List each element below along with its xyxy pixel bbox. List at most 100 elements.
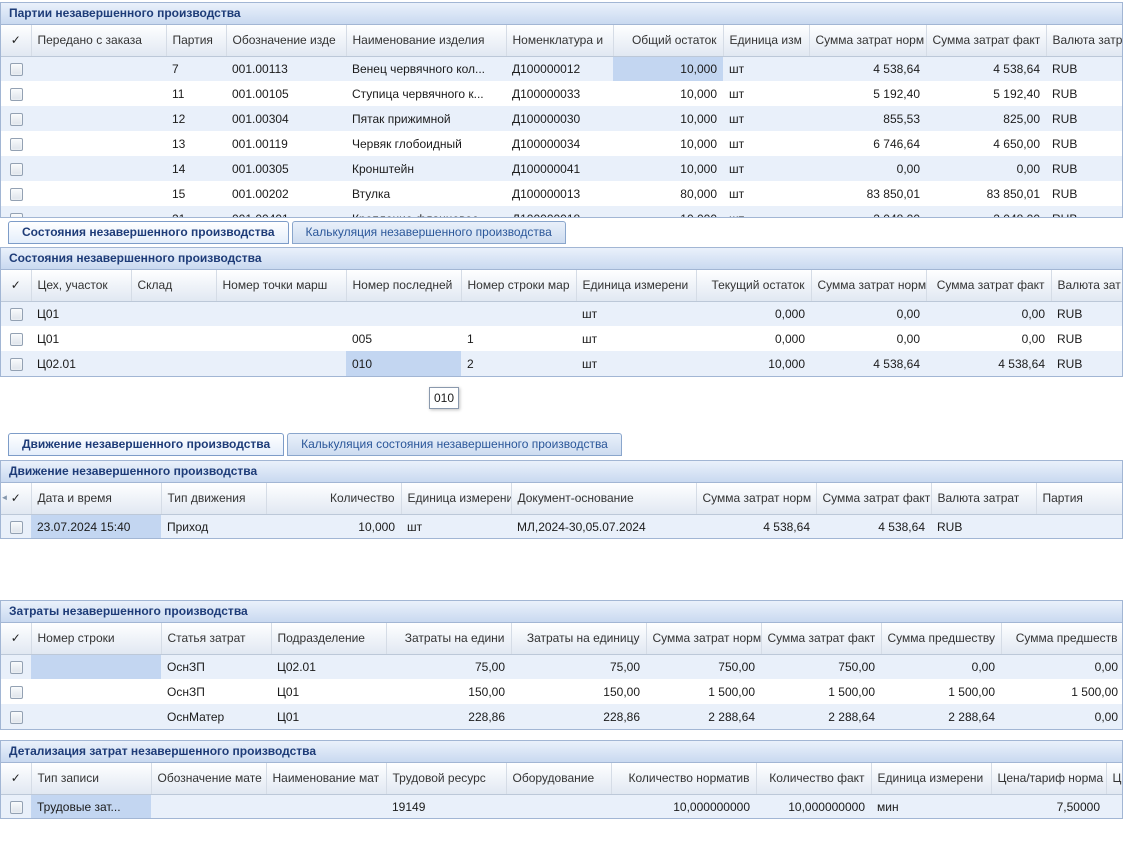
grid-cell[interactable]: [1106, 794, 1123, 819]
column-header[interactable]: Количество факт: [756, 763, 871, 794]
grid-cell[interactable]: 001.00304: [226, 106, 346, 131]
grid-cell[interactable]: Д100000034: [506, 131, 613, 156]
grid-cell[interactable]: Д100000033: [506, 81, 613, 106]
grid-cell[interactable]: 23.07.2024 15:40: [31, 514, 161, 539]
grid-cell[interactable]: 150,00: [386, 679, 511, 704]
table-row[interactable]: Ц01шт0,0000,000,00RUB: [1, 301, 1123, 326]
grid-cell[interactable]: шт: [576, 351, 696, 376]
grid-cell[interactable]: 1: [461, 326, 576, 351]
grid-cell[interactable]: Приход: [161, 514, 266, 539]
column-header[interactable]: Наименование мат: [266, 763, 386, 794]
column-header[interactable]: Трудовой ресурс: [386, 763, 506, 794]
grid-cell[interactable]: [151, 794, 266, 819]
grid-cell[interactable]: 2: [461, 351, 576, 376]
grid-cell[interactable]: Кронштейн: [346, 156, 506, 181]
grid-cell[interactable]: Д100000012: [506, 56, 613, 81]
grid-cell[interactable]: шт: [576, 301, 696, 326]
row-checkbox[interactable]: [10, 686, 23, 699]
grid-cell[interactable]: 4 538,64: [926, 56, 1046, 81]
grid-cell[interactable]: 001.00119: [226, 131, 346, 156]
column-header[interactable]: Тип записи: [31, 763, 151, 794]
grid-cell[interactable]: 228,86: [386, 704, 511, 729]
grid-cell[interactable]: 1 500,00: [646, 679, 761, 704]
column-header[interactable]: Затраты на едини: [386, 623, 511, 654]
grid-cell[interactable]: [31, 131, 166, 156]
tab-wip-movement[interactable]: Движение незавершенного производства: [8, 433, 284, 456]
grid-cell[interactable]: 75,00: [386, 654, 511, 679]
column-header[interactable]: Затраты на единицу: [511, 623, 646, 654]
grid-cell[interactable]: 0,00: [881, 654, 1001, 679]
grid-cell[interactable]: мин: [871, 794, 991, 819]
grid-cell[interactable]: 2 288,64: [646, 704, 761, 729]
grid-cell[interactable]: [31, 654, 161, 679]
grid-cell[interactable]: 4 538,64: [811, 351, 926, 376]
row-checkbox[interactable]: [10, 138, 23, 151]
grid-cell[interactable]: 001.00202: [226, 181, 346, 206]
grid-cell[interactable]: RUB: [1046, 106, 1123, 131]
grid-cell[interactable]: [31, 181, 166, 206]
grid-cell[interactable]: 7: [166, 56, 226, 81]
grid-cell[interactable]: 5 192,40: [809, 81, 926, 106]
grid-cell[interactable]: 010: [346, 351, 461, 376]
column-header[interactable]: Единица измерени: [871, 763, 991, 794]
grid-cell[interactable]: 4 538,64: [696, 514, 816, 539]
grid-cell[interactable]: [216, 351, 346, 376]
select-all-header[interactable]: ✓: [1, 763, 31, 794]
grid-cell[interactable]: 750,00: [761, 654, 881, 679]
grid-cell[interactable]: RUB: [931, 514, 1036, 539]
column-header[interactable]: Наименование изделия: [346, 25, 506, 56]
tab-wip-states[interactable]: Состояния незавершенного производства: [8, 221, 289, 244]
column-header[interactable]: Сумма предшеств: [1001, 623, 1123, 654]
row-checkbox[interactable]: [10, 801, 23, 814]
column-header[interactable]: Номер строки мар: [461, 270, 576, 301]
column-header[interactable]: Количество: [266, 483, 401, 514]
table-row[interactable]: ОснЗПЦ02.0175,0075,00750,00750,000,000,0…: [1, 654, 1123, 679]
grid-cell[interactable]: Д100000018: [506, 206, 613, 218]
column-header[interactable]: Общий остаток: [613, 25, 723, 56]
column-header[interactable]: Сумма предшеству: [881, 623, 1001, 654]
grid-cell[interactable]: [31, 156, 166, 181]
grid-cell[interactable]: 1 500,00: [1001, 679, 1123, 704]
grid-cell[interactable]: 10,000: [696, 351, 811, 376]
grid-cell[interactable]: [31, 679, 161, 704]
column-header[interactable]: Единица изм: [723, 25, 809, 56]
grid-cell[interactable]: 83 850,01: [809, 181, 926, 206]
grid-cell[interactable]: 75,00: [511, 654, 646, 679]
grid-cell[interactable]: ОснЗП: [161, 654, 271, 679]
grid-cell[interactable]: 4 538,64: [926, 351, 1051, 376]
grid-cell[interactable]: RUB: [1046, 156, 1123, 181]
grid-cell[interactable]: 15: [166, 181, 226, 206]
row-checkbox[interactable]: [10, 163, 23, 176]
grid-cell[interactable]: 14: [166, 156, 226, 181]
grid-cell[interactable]: [31, 106, 166, 131]
grid-cell[interactable]: 825,00: [926, 106, 1046, 131]
grid-cell[interactable]: [1036, 514, 1123, 539]
column-header[interactable]: Сумма затрат факт: [926, 270, 1051, 301]
row-checkbox[interactable]: [10, 63, 23, 76]
grid-cell[interactable]: 10,000: [613, 131, 723, 156]
row-checkbox[interactable]: [10, 711, 23, 724]
grid-cell[interactable]: шт: [723, 131, 809, 156]
column-header[interactable]: Документ-основание: [511, 483, 696, 514]
tab-wip-state-calculation[interactable]: Калькуляция состояния незавершенного про…: [287, 433, 622, 456]
column-header[interactable]: Дата и время: [31, 483, 161, 514]
column-header[interactable]: Единица измерени: [401, 483, 511, 514]
grid-cell[interactable]: [461, 301, 576, 326]
grid-cell[interactable]: Пятак прижимной: [346, 106, 506, 131]
grid-cell[interactable]: шт: [723, 181, 809, 206]
column-header[interactable]: Ц: [1106, 763, 1123, 794]
grid-cell[interactable]: [31, 81, 166, 106]
grid-cell[interactable]: [131, 301, 216, 326]
grid-cell[interactable]: 10,000: [613, 106, 723, 131]
grid-cell[interactable]: Ц01: [31, 326, 131, 351]
grid-cell[interactable]: [31, 704, 161, 729]
column-header[interactable]: Сумма затрат факт: [816, 483, 931, 514]
column-header[interactable]: Цех, участок: [31, 270, 131, 301]
grid-cell[interactable]: 83 850,01: [926, 181, 1046, 206]
grid-cell[interactable]: Ступица червячного к...: [346, 81, 506, 106]
column-header[interactable]: Номенклатура и: [506, 25, 613, 56]
grid-cell[interactable]: 4 650,00: [926, 131, 1046, 156]
grid-cell[interactable]: 4 538,64: [816, 514, 931, 539]
grid-cell[interactable]: 10,000000000: [756, 794, 871, 819]
grid-cell[interactable]: Д100000041: [506, 156, 613, 181]
